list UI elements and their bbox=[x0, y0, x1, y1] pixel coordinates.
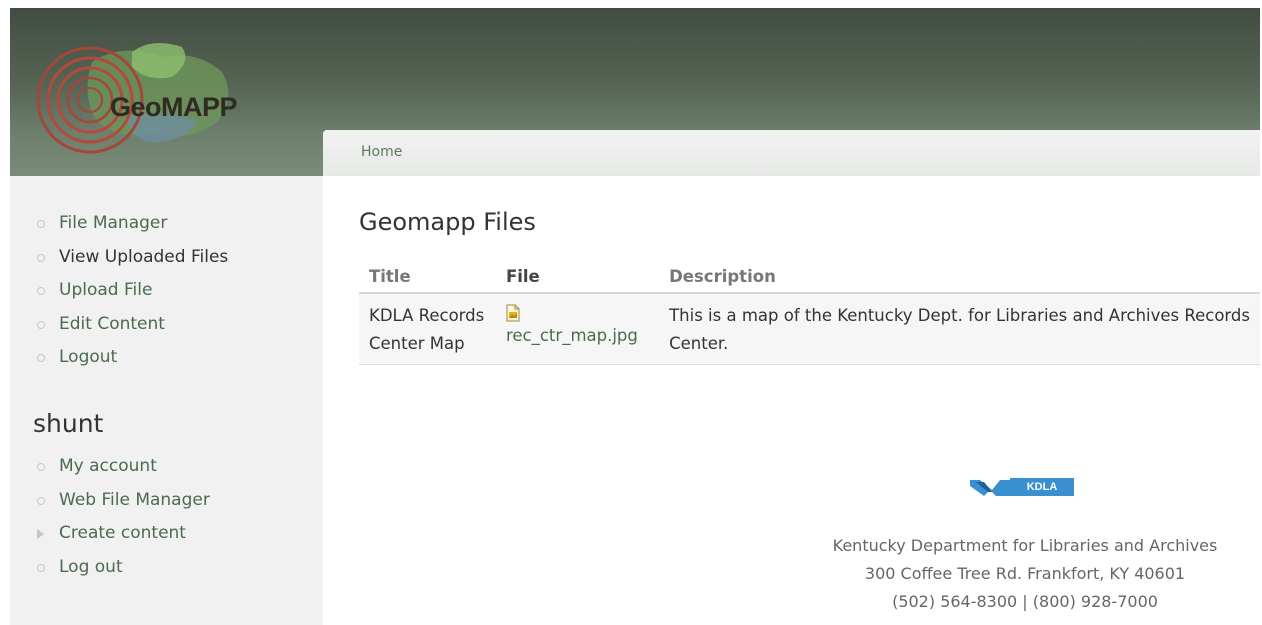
site-footer: KDLA Kentucky Department for Libraries a… bbox=[10, 466, 1260, 625]
sidebar-item-logout[interactable]: Logout bbox=[10, 346, 323, 380]
footer-phones: (502) 564-8300 | (800) 928-7000 bbox=[892, 592, 1158, 611]
file-download-link[interactable]: rec_ctr_map.jpg bbox=[506, 326, 638, 345]
footer-org: Kentucky Department for Libraries and Ar… bbox=[832, 536, 1218, 555]
kdla-logo-text: KDLA bbox=[1010, 478, 1074, 496]
bullet-icon bbox=[37, 287, 45, 295]
footer-address: 300 Coffee Tree Rd. Frankfort, KY 40601 bbox=[864, 564, 1186, 583]
sidebar-item-label[interactable]: Upload File bbox=[59, 280, 152, 300]
logo-text: GeoMAPP bbox=[110, 92, 238, 122]
sidebar-item-label[interactable]: File Manager bbox=[59, 213, 167, 233]
table-row: KDLA Records Center Map rec_ctr_map.jpg … bbox=[359, 293, 1260, 365]
sidebar-item-edit-content[interactable]: Edit Content bbox=[10, 313, 323, 347]
kdla-logo-graphic bbox=[970, 480, 1010, 496]
breadcrumb-home-link[interactable]: Home bbox=[361, 144, 402, 160]
breadcrumb: Home bbox=[323, 130, 1260, 176]
sidebar-item-label[interactable]: Logout bbox=[59, 347, 117, 367]
sidebar-item-label[interactable]: View Uploaded Files bbox=[59, 247, 228, 267]
row-file-cell: rec_ctr_map.jpg bbox=[495, 293, 660, 365]
bullet-icon bbox=[37, 220, 45, 228]
user-block-heading: shunt bbox=[33, 409, 104, 438]
column-header-title[interactable]: Title bbox=[359, 260, 496, 294]
row-title: KDLA Records Center Map bbox=[359, 293, 496, 365]
bullet-icon bbox=[37, 320, 45, 329]
sidebar-menu: File Manager View Uploaded Files Upload … bbox=[10, 212, 323, 380]
page-frame: GeoMAPP Home File Manager View Uploaded … bbox=[10, 8, 1260, 625]
files-table: Title File Description KDLA Records Cent… bbox=[359, 260, 1260, 365]
column-header-description[interactable]: Description bbox=[659, 260, 1260, 294]
bullet-icon bbox=[37, 354, 45, 362]
row-description-line: This is a map of the Kentucky Dept. for … bbox=[669, 306, 1250, 325]
row-description-line: Center. bbox=[669, 334, 729, 353]
sidebar-item-upload-file[interactable]: Upload File bbox=[10, 279, 323, 313]
row-description: This is a map of the Kentucky Dept. for … bbox=[659, 293, 1260, 365]
geomapp-logo[interactable]: GeoMAPP bbox=[32, 22, 252, 162]
sidebar-item-label[interactable]: Edit Content bbox=[59, 314, 165, 334]
page-title: Geomapp Files bbox=[359, 208, 536, 236]
bullet-icon bbox=[37, 253, 45, 262]
table-header-row: Title File Description bbox=[359, 260, 1260, 294]
kdla-logo[interactable]: KDLA bbox=[970, 470, 1080, 498]
sidebar-item-file-manager[interactable]: File Manager bbox=[10, 212, 323, 246]
sidebar-item-view-uploaded-files[interactable]: View Uploaded Files bbox=[10, 246, 323, 280]
column-header-file[interactable]: File bbox=[495, 260, 660, 294]
image-file-icon[interactable] bbox=[506, 304, 520, 322]
